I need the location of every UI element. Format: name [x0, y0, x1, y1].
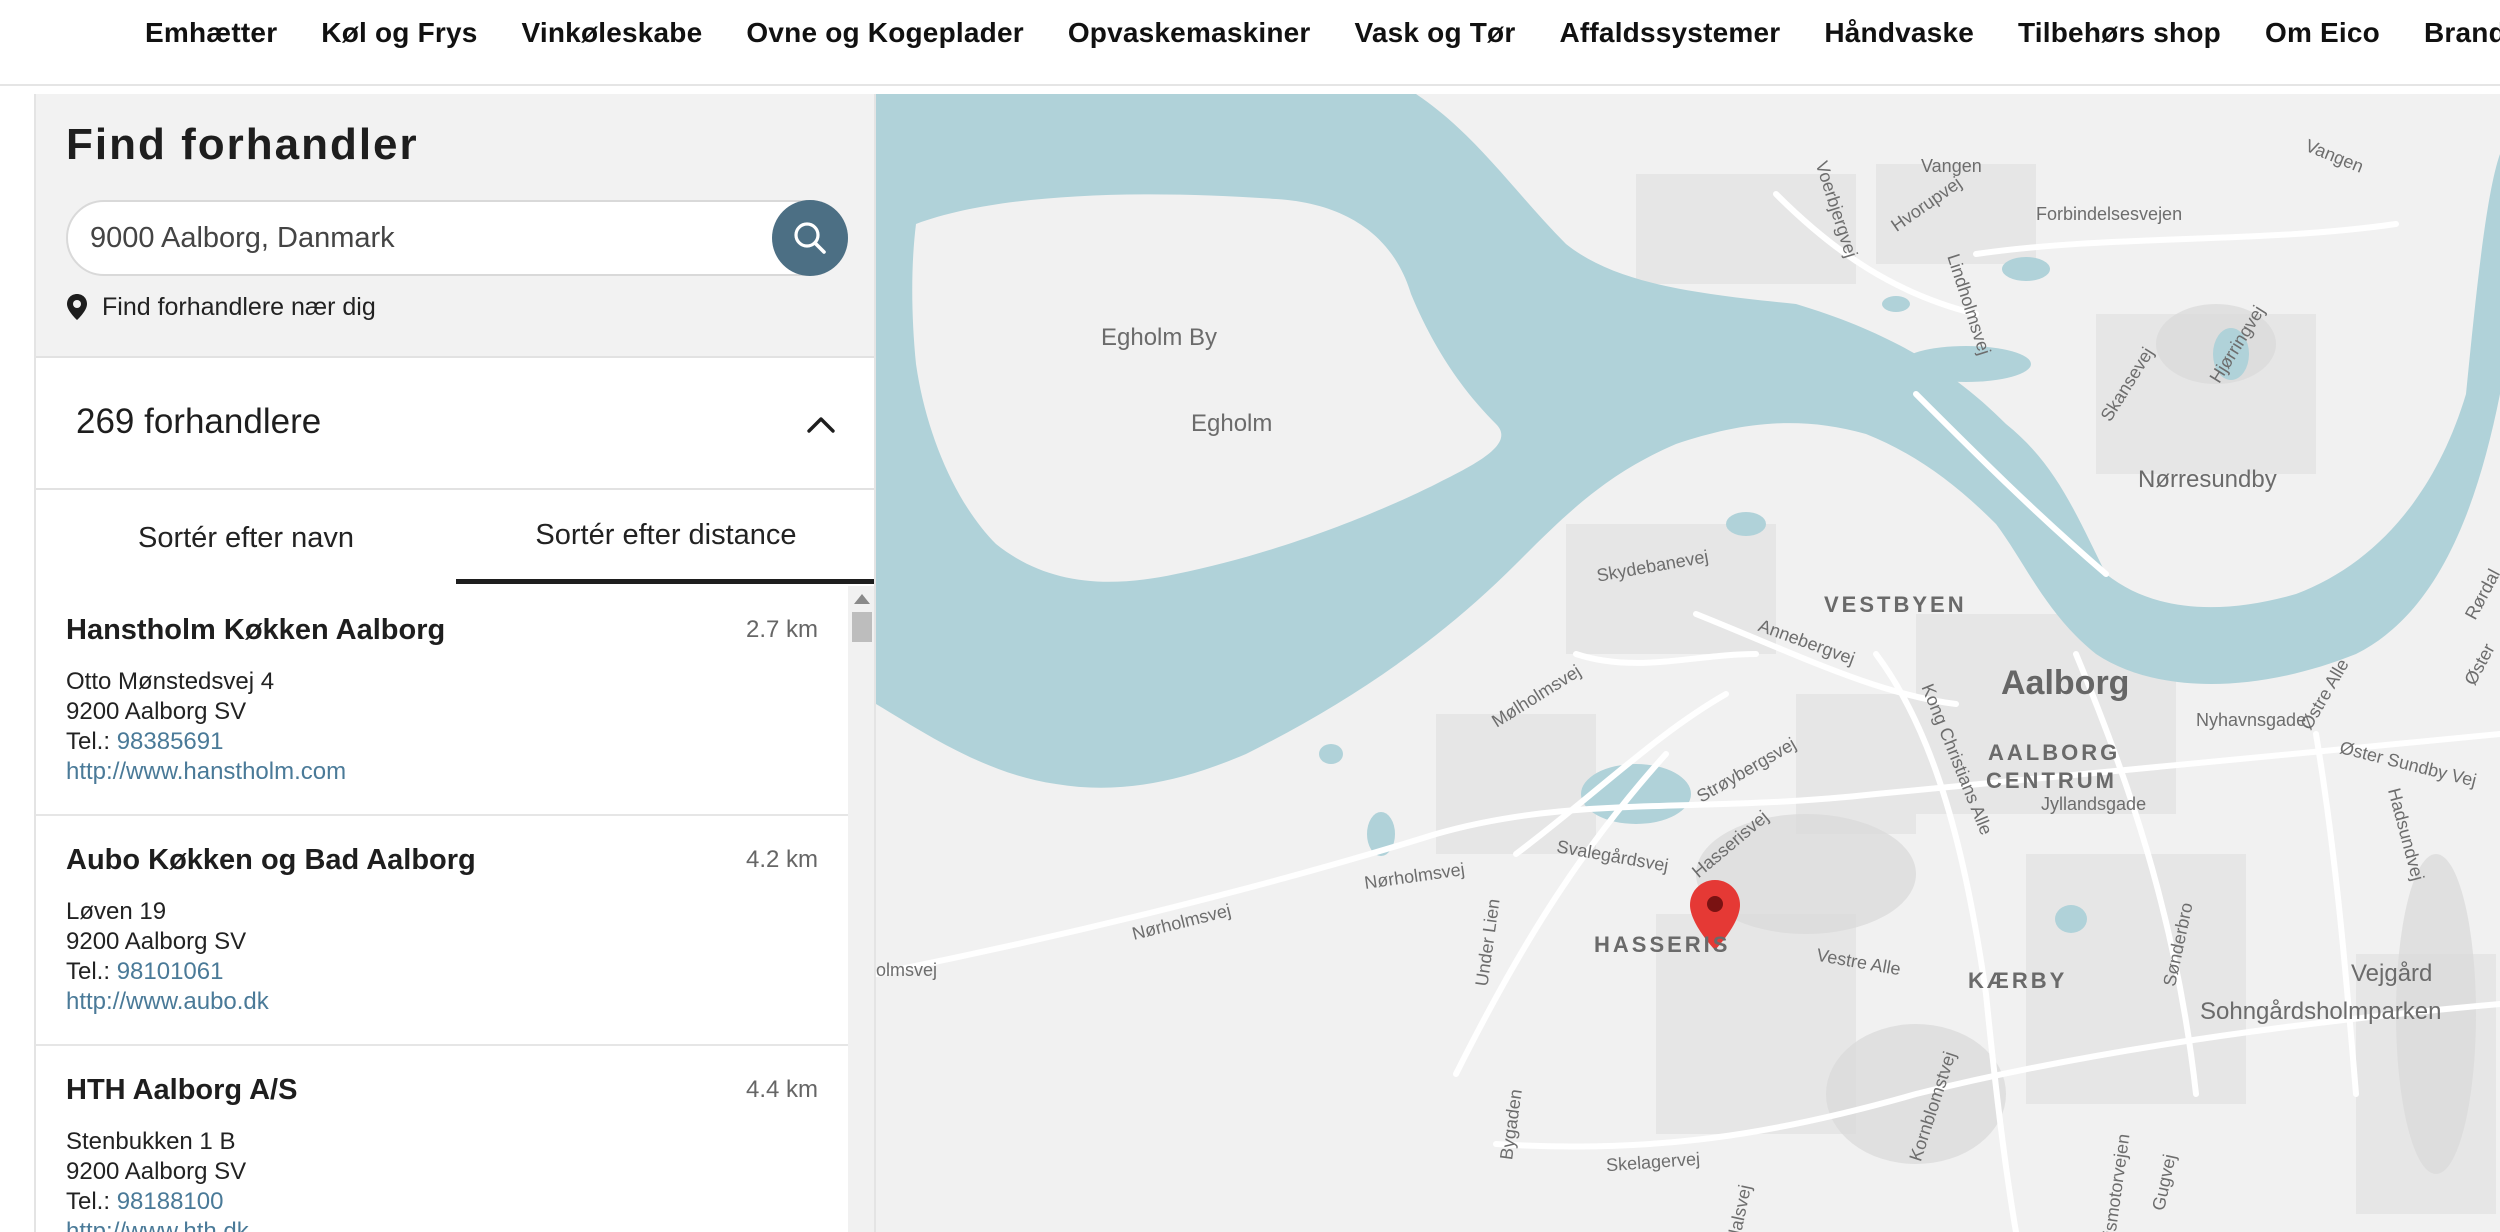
map-label-aalborg: Aalborg	[2001, 664, 2130, 702]
dealer-city: 9200 Aalborg SV	[66, 1158, 247, 1185]
tab-sort-by-name[interactable]: Sortér efter navn	[36, 492, 456, 584]
chevron-up-icon	[807, 417, 835, 433]
list-item[interactable]: Hanstholm Køkken Aalborg 2.7 km Otto Møn…	[36, 586, 848, 816]
nav-list: Emhætter Køl og Frys Vinkøleskabe Ovne o…	[145, 0, 2500, 66]
tab-sort-by-distance[interactable]: Sortér efter distance	[456, 492, 874, 584]
dealer-distance: 2.7 km	[745, 616, 818, 643]
dealer-name: HTH Aalborg A/S	[66, 1074, 298, 1106]
nav-item-opvaskemaskiner[interactable]: Opvaskemaskiner	[1068, 17, 1311, 49]
map-label-egholm-by: Egholm By	[1101, 324, 1218, 351]
dealer-list: Hanstholm Køkken Aalborg 2.7 km Otto Møn…	[36, 586, 848, 1232]
list-scrollbar[interactable]	[848, 586, 874, 1232]
phone-link[interactable]: 98101061	[117, 958, 224, 985]
nav-item-emhaetter[interactable]: Emhætter	[145, 17, 277, 49]
map-view[interactable]: Egholm By Egholm Nørresundby VESTBYEN Aa…	[876, 94, 2500, 1232]
dealer-distance: 4.4 km	[745, 1076, 818, 1103]
top-navigation: Emhætter Køl og Frys Vinkøleskabe Ovne o…	[0, 0, 2500, 86]
nav-item-affaldssystemer[interactable]: Affaldssystemer	[1559, 17, 1780, 49]
dealer-city: 9200 Aalborg SV	[66, 928, 247, 955]
dealer-city: 9200 Aalborg SV	[66, 698, 247, 725]
map-label-forbindelsesvejen: Forbindelsesvejen	[2036, 204, 2183, 224]
dealer-website-link[interactable]: http://www.hth.dk	[66, 1218, 249, 1232]
map-label-hasseris: HASSERIS	[1594, 932, 1731, 957]
page-title: Find forhandler	[66, 120, 419, 169]
map-label-sohngaardsholmparken: Sohngårdsholmparken	[2200, 998, 2442, 1025]
dealer-street: Otto Mønstedsvej 4	[66, 668, 275, 695]
search-icon	[794, 222, 826, 254]
find-near-me-link[interactable]: Find forhandlere nær dig	[66, 290, 376, 324]
map-label-egholm: Egholm	[1191, 410, 1273, 437]
phone-label: Tel.:	[66, 958, 111, 985]
list-item[interactable]: HTH Aalborg A/S 4.4 km Stenbukken 1 B 92…	[36, 1046, 848, 1232]
nav-item-brands[interactable]: Brands	[2424, 17, 2500, 49]
nav-item-handvaske[interactable]: Håndvaske	[1824, 17, 1974, 49]
map-canvas	[876, 94, 2500, 1232]
nav-item-tilbehors-shop[interactable]: Tilbehørs shop	[2018, 17, 2221, 49]
dealer-website-link[interactable]: http://www.aubo.dk	[66, 988, 269, 1016]
scroll-up-arrow-icon[interactable]	[854, 594, 870, 604]
dealer-name: Aubo Køkken og Bad Aalborg	[66, 844, 476, 876]
phone-label: Tel.:	[66, 728, 111, 755]
map-label-aalborg-centrum-2: CENTRUM	[1986, 768, 2117, 793]
nav-item-vask-og-tor[interactable]: Vask og Tør	[1355, 17, 1516, 49]
search-input[interactable]	[66, 200, 848, 276]
dealer-finder-panel: Find forhandler Find forhandlere nær dig…	[34, 94, 876, 1232]
phone-label: Tel.:	[66, 1188, 111, 1215]
dealer-website-link[interactable]: http://www.hanstholm.com	[66, 758, 346, 786]
results-count: 269 forhandlere	[76, 402, 322, 441]
phone-link[interactable]: 98188100	[117, 1188, 224, 1215]
dealer-street: Løven 19	[66, 898, 167, 925]
dealer-phone: Tel.: 98385691	[66, 728, 223, 756]
nav-item-ovne-og-kogeplader[interactable]: Ovne og Kogeplader	[746, 17, 1023, 49]
dealer-phone: Tel.: 98188100	[66, 1188, 223, 1216]
search-box	[66, 200, 848, 276]
nav-item-vinkoleskabe[interactable]: Vinkøleskabe	[522, 17, 703, 49]
search-button[interactable]	[772, 200, 848, 276]
dealer-street: Stenbukken 1 B	[66, 1128, 236, 1155]
nav-item-kol-og-frys[interactable]: Køl og Frys	[321, 17, 477, 49]
map-label-nyhavnsgade: Nyhavnsgade	[2196, 710, 2307, 730]
scrollbar-thumb[interactable]	[852, 612, 872, 642]
finder-header: Find forhandler Find forhandlere nær dig	[36, 94, 874, 358]
list-item[interactable]: Aubo Køkken og Bad Aalborg 4.2 km Løven …	[36, 816, 848, 1046]
dealer-phone: Tel.: 98101061	[66, 958, 223, 986]
map-label-norresundby: Nørresundby	[2138, 466, 2277, 493]
dealer-distance: 4.2 km	[745, 846, 818, 873]
location-pin-icon	[67, 294, 87, 320]
map-label-jyllandsgade: Jyllandsgade	[2041, 794, 2147, 814]
find-near-me-label: Find forhandlere nær dig	[102, 292, 376, 321]
dealer-name: Hanstholm Køkken Aalborg	[66, 614, 446, 646]
map-label-vestbyen: VESTBYEN	[1824, 592, 1967, 617]
sort-tabs: Sortér efter navn Sortér efter distance	[36, 492, 874, 584]
nav-item-om-eico[interactable]: Om Eico	[2265, 17, 2380, 49]
map-label-kaerby: KÆRBY	[1968, 968, 2068, 993]
map-label-vejgaard: Vejgård	[2351, 960, 2433, 987]
results-count-toggle[interactable]: 269 forhandlere	[36, 360, 874, 490]
map-label-aalborg-centrum-1: AALBORG	[1988, 740, 2121, 765]
phone-link[interactable]: 98385691	[117, 728, 224, 755]
map-label-olmsvej: olmsvej	[876, 960, 938, 980]
